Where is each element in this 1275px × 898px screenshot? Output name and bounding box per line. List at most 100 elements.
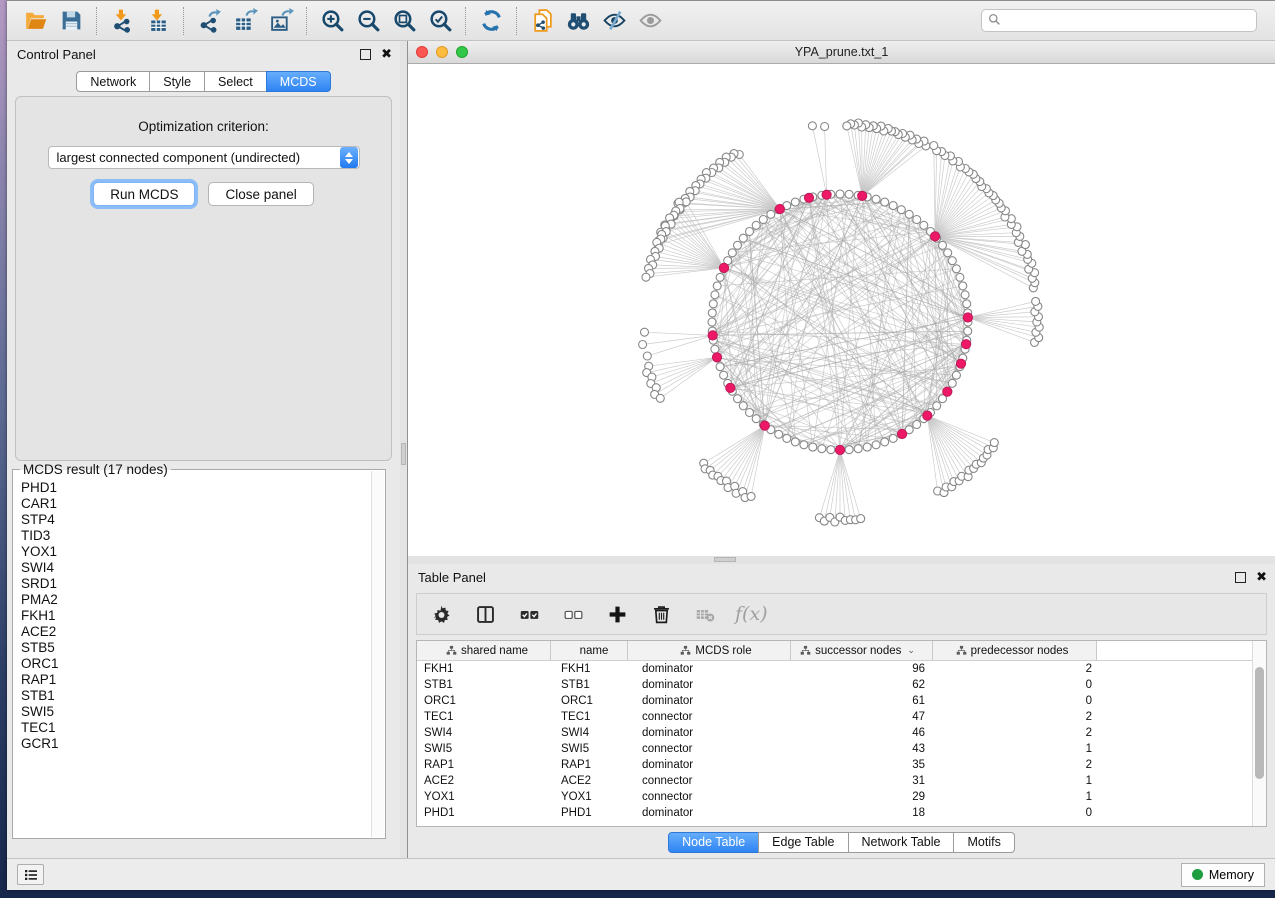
network-canvas[interactable] bbox=[408, 64, 1275, 556]
export-image-button[interactable] bbox=[263, 5, 299, 37]
zoom-selected-button[interactable] bbox=[422, 5, 458, 37]
column-header-predecessor-nodes[interactable]: predecessor nodes bbox=[933, 641, 1097, 660]
toolbar-separator bbox=[306, 7, 307, 35]
import-table-button[interactable] bbox=[140, 5, 176, 37]
table-row[interactable]: STB1STB1dominator620 bbox=[417, 677, 1266, 693]
table-cell: ORC1 bbox=[417, 695, 551, 707]
import-network-icon bbox=[110, 8, 135, 33]
memory-button[interactable]: Memory bbox=[1181, 863, 1265, 887]
mcds-result-item[interactable]: ACE2 bbox=[21, 624, 370, 640]
table-row[interactable]: FKH1FKH1dominator962 bbox=[417, 661, 1266, 677]
tab-style[interactable]: Style bbox=[149, 71, 205, 92]
table-cell: YOX1 bbox=[551, 791, 628, 803]
column-header-name[interactable]: name bbox=[551, 641, 628, 660]
mcds-result-item[interactable]: STB1 bbox=[21, 688, 370, 704]
mcds-result-item[interactable]: CAR1 bbox=[21, 496, 370, 512]
delete-column-button[interactable] bbox=[647, 599, 675, 629]
plus-icon bbox=[607, 604, 628, 625]
horizontal-splitter[interactable] bbox=[408, 556, 1275, 564]
zoom-out-button[interactable] bbox=[350, 5, 386, 37]
scrollbar-thumb[interactable] bbox=[1255, 667, 1264, 779]
optimization-criterion-select[interactable]: largest connected component (undirected) bbox=[48, 146, 360, 169]
splitter-handle[interactable] bbox=[401, 443, 406, 465]
import-network-button[interactable] bbox=[104, 5, 140, 37]
task-history-button[interactable] bbox=[17, 864, 44, 885]
mcds-result-item[interactable]: RAP1 bbox=[21, 672, 370, 688]
mcds-result-scrollbar[interactable] bbox=[371, 471, 384, 837]
mcds-result-item[interactable]: SWI4 bbox=[21, 560, 370, 576]
table-cell: 2 bbox=[933, 711, 1097, 723]
function-builder-button[interactable]: f(x) bbox=[735, 603, 768, 625]
create-column-button[interactable] bbox=[603, 599, 631, 629]
table-row[interactable]: RAP1RAP1dominator352 bbox=[417, 757, 1266, 773]
mcds-result-item[interactable]: SWI5 bbox=[21, 704, 370, 720]
import-table-icon bbox=[146, 8, 171, 33]
table-row[interactable]: SWI4SWI4dominator462 bbox=[417, 725, 1266, 741]
run-mcds-button[interactable]: Run MCDS bbox=[93, 182, 195, 206]
table-row[interactable]: ORC1ORC1dominator610 bbox=[417, 693, 1266, 709]
column-header-mcds-role[interactable]: MCDS role bbox=[628, 641, 791, 660]
mcds-result-item[interactable]: FKH1 bbox=[21, 608, 370, 624]
tab-motifs[interactable]: Motifs bbox=[953, 832, 1014, 853]
table-options-button[interactable] bbox=[427, 599, 455, 629]
table-row[interactable]: ACE2ACE2connector311 bbox=[417, 773, 1266, 789]
tab-network-table[interactable]: Network Table bbox=[848, 832, 955, 853]
table-row[interactable]: PHD1PHD1dominator180 bbox=[417, 805, 1266, 821]
deselect-all-rows-button[interactable] bbox=[559, 599, 587, 629]
show-columns-button[interactable] bbox=[471, 599, 499, 629]
export-image-icon bbox=[269, 8, 294, 33]
show-all-button[interactable] bbox=[632, 5, 668, 37]
network-window-title: YPA_prune.txt_1 bbox=[408, 45, 1275, 59]
network-graph[interactable] bbox=[408, 64, 1274, 556]
table-row[interactable]: SWI5SWI5connector431 bbox=[417, 741, 1266, 757]
mcds-result-item[interactable]: STP4 bbox=[21, 512, 370, 528]
export-table-button[interactable] bbox=[227, 5, 263, 37]
mcds-result-item[interactable]: ORC1 bbox=[21, 656, 370, 672]
clone-network-button[interactable] bbox=[524, 5, 560, 37]
table-row[interactable]: YOX1YOX1connector291 bbox=[417, 789, 1266, 805]
column-header-shared-name[interactable]: shared name bbox=[417, 641, 551, 660]
mcds-result-item[interactable]: TID3 bbox=[21, 528, 370, 544]
mcds-result-item[interactable]: PHD1 bbox=[21, 480, 370, 496]
delete-table-button[interactable] bbox=[691, 599, 719, 629]
apply-style-refresh-button[interactable] bbox=[473, 5, 509, 37]
close-panel-icon[interactable]: ✖ bbox=[381, 49, 392, 60]
mcds-result-item[interactable]: PMA2 bbox=[21, 592, 370, 608]
float-panel-icon[interactable] bbox=[1235, 572, 1246, 583]
select-all-rows-button[interactable] bbox=[515, 599, 543, 629]
first-neighbors-button[interactable] bbox=[560, 5, 596, 37]
mcds-result-item[interactable]: SRD1 bbox=[21, 576, 370, 592]
close-panel-button[interactable]: Close panel bbox=[208, 182, 313, 206]
hierarchy-icon bbox=[446, 645, 457, 656]
mcds-result-item[interactable]: GCR1 bbox=[21, 736, 370, 752]
splitter-handle[interactable] bbox=[714, 557, 736, 562]
export-network-button[interactable] bbox=[191, 5, 227, 37]
table-row[interactable]: TEC1TEC1connector472 bbox=[417, 709, 1266, 725]
mcds-result-item[interactable]: YOX1 bbox=[21, 544, 370, 560]
delete-table-icon bbox=[695, 604, 716, 625]
tab-select[interactable]: Select bbox=[204, 71, 267, 92]
table-cell: 18 bbox=[791, 807, 933, 819]
hide-selected-button[interactable] bbox=[596, 5, 632, 37]
open-file-button[interactable] bbox=[17, 5, 53, 37]
select-all-icon bbox=[519, 604, 540, 625]
tab-network[interactable]: Network bbox=[76, 71, 150, 92]
memory-status-icon bbox=[1192, 869, 1203, 880]
float-panel-icon[interactable] bbox=[360, 49, 371, 60]
table-cell: 1 bbox=[933, 791, 1097, 803]
trash-icon bbox=[651, 604, 672, 625]
close-panel-icon[interactable]: ✖ bbox=[1256, 572, 1267, 583]
table-scrollbar[interactable] bbox=[1252, 641, 1266, 826]
save-session-button[interactable] bbox=[53, 5, 89, 37]
column-header-successor-nodes[interactable]: successor nodes ⌄ bbox=[791, 641, 933, 660]
tab-node-table[interactable]: Node Table bbox=[668, 832, 759, 853]
network-window-titlebar[interactable]: YPA_prune.txt_1 bbox=[408, 41, 1275, 64]
mcds-result-item[interactable]: TEC1 bbox=[21, 720, 370, 736]
zoom-in-button[interactable] bbox=[314, 5, 350, 37]
zoom-fit-button[interactable] bbox=[386, 5, 422, 37]
search-input[interactable] bbox=[981, 9, 1257, 32]
vertical-splitter[interactable] bbox=[400, 41, 408, 858]
mcds-result-item[interactable]: STB5 bbox=[21, 640, 370, 656]
tab-mcds[interactable]: MCDS bbox=[266, 71, 331, 92]
tab-edge-table[interactable]: Edge Table bbox=[758, 832, 848, 853]
